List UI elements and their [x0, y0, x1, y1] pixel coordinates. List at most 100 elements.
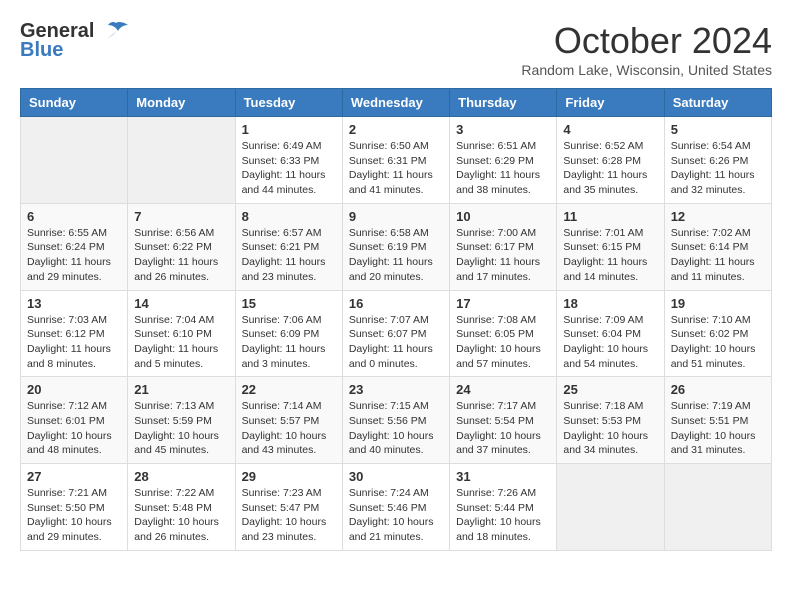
day-info: Sunrise: 7:04 AMSunset: 6:10 PMDaylight:…: [134, 313, 228, 372]
day-number: 1: [242, 122, 336, 137]
day-info: Sunrise: 7:02 AMSunset: 6:14 PMDaylight:…: [671, 226, 765, 285]
day-info: Sunrise: 7:13 AMSunset: 5:59 PMDaylight:…: [134, 399, 228, 458]
location-text: Random Lake, Wisconsin, United States: [521, 62, 772, 78]
day-number: 25: [563, 382, 657, 397]
day-info: Sunrise: 6:57 AMSunset: 6:21 PMDaylight:…: [242, 226, 336, 285]
day-info: Sunrise: 7:06 AMSunset: 6:09 PMDaylight:…: [242, 313, 336, 372]
day-number: 3: [456, 122, 550, 137]
day-number: 13: [27, 296, 121, 311]
calendar-cell: 18Sunrise: 7:09 AMSunset: 6:04 PMDayligh…: [557, 290, 664, 377]
day-number: 26: [671, 382, 765, 397]
calendar-cell: [21, 117, 128, 204]
calendar-cell: 27 Sunrise: 7:21 AMSunset: 5:50 PMDayligh…: [21, 464, 128, 551]
calendar-cell: 28 Sunrise: 7:22 AMSunset: 5:48 PMDayligh…: [128, 464, 235, 551]
logo-bird-icon: [102, 21, 130, 43]
logo: General Blue: [20, 20, 130, 62]
day-number: 7: [134, 209, 228, 224]
day-info: Sunrise: 7:09 AMSunset: 6:04 PMDaylight:…: [563, 313, 657, 372]
calendar-cell: 3 Sunrise: 6:51 AMSunset: 6:29 PMDaylight…: [450, 117, 557, 204]
calendar-cell: [128, 117, 235, 204]
day-info: Sunrise: 6:55 AMSunset: 6:24 PMDaylight:…: [27, 226, 121, 285]
day-number: 24: [456, 382, 550, 397]
day-number: 9: [349, 209, 443, 224]
day-number: 16: [349, 296, 443, 311]
calendar-table: SundayMondayTuesdayWednesdayThursdayFrid…: [20, 88, 772, 551]
calendar-cell: 24Sunrise: 7:17 AMSunset: 5:54 PMDayligh…: [450, 377, 557, 464]
day-number: 19: [671, 296, 765, 311]
calendar-cell: 12 Sunrise: 7:02 AMSunset: 6:14 PMDayligh…: [664, 203, 771, 290]
day-number: 22: [242, 382, 336, 397]
day-info: Sunrise: 6:56 AMSunset: 6:22 PMDaylight:…: [134, 226, 228, 285]
calendar-cell: 19 Sunrise: 7:10 AMSunset: 6:02 PMDayligh…: [664, 290, 771, 377]
day-of-week-header: Saturday: [664, 89, 771, 117]
day-number: 8: [242, 209, 336, 224]
calendar-cell: 4Sunrise: 6:52 AMSunset: 6:28 PMDaylight…: [557, 117, 664, 204]
calendar-cell: 14 Sunrise: 7:04 AMSunset: 6:10 PMDayligh…: [128, 290, 235, 377]
day-info: Sunrise: 7:14 AMSunset: 5:57 PMDaylight:…: [242, 399, 336, 458]
day-info: Sunrise: 6:52 AMSunset: 6:28 PMDaylight:…: [563, 139, 657, 198]
calendar-cell: 17Sunrise: 7:08 AMSunset: 6:05 PMDayligh…: [450, 290, 557, 377]
calendar-cell: 16Sunrise: 7:07 AMSunset: 6:07 PMDayligh…: [342, 290, 449, 377]
day-info: Sunrise: 7:24 AMSunset: 5:46 PMDaylight:…: [349, 486, 443, 545]
day-info: Sunrise: 7:15 AMSunset: 5:56 PMDaylight:…: [349, 399, 443, 458]
day-info: Sunrise: 7:21 AMSunset: 5:50 PMDaylight:…: [27, 486, 121, 545]
calendar-cell: 13 Sunrise: 7:03 AMSunset: 6:12 PMDayligh…: [21, 290, 128, 377]
calendar-week-row: 1 Sunrise: 6:49 AMSunset: 6:33 PMDaylight…: [21, 117, 772, 204]
calendar-week-row: 6 Sunrise: 6:55 AMSunset: 6:24 PMDaylight…: [21, 203, 772, 290]
calendar-cell: 7 Sunrise: 6:56 AMSunset: 6:22 PMDaylight…: [128, 203, 235, 290]
day-number: 15: [242, 296, 336, 311]
day-number: 5: [671, 122, 765, 137]
day-number: 27: [27, 469, 121, 484]
calendar-cell: 9 Sunrise: 6:58 AMSunset: 6:19 PMDaylight…: [342, 203, 449, 290]
day-info: Sunrise: 7:00 AMSunset: 6:17 PMDaylight:…: [456, 226, 550, 285]
calendar-cell: 25 Sunrise: 7:18 AMSunset: 5:53 PMDayligh…: [557, 377, 664, 464]
day-info: Sunrise: 6:54 AMSunset: 6:26 PMDaylight:…: [671, 139, 765, 198]
day-info: Sunrise: 7:22 AMSunset: 5:48 PMDaylight:…: [134, 486, 228, 545]
day-info: Sunrise: 6:50 AMSunset: 6:31 PMDaylight:…: [349, 139, 443, 198]
calendar-cell: 11Sunrise: 7:01 AMSunset: 6:15 PMDayligh…: [557, 203, 664, 290]
calendar-cell: 1 Sunrise: 6:49 AMSunset: 6:33 PMDaylight…: [235, 117, 342, 204]
day-info: Sunrise: 6:51 AMSunset: 6:29 PMDaylight:…: [456, 139, 550, 198]
title-section: October 2024 Random Lake, Wisconsin, Uni…: [521, 20, 772, 78]
month-title: October 2024: [521, 20, 772, 62]
day-number: 31: [456, 469, 550, 484]
day-of-week-header: Sunday: [21, 89, 128, 117]
day-number: 10: [456, 209, 550, 224]
calendar-cell: 20Sunrise: 7:12 AMSunset: 6:01 PMDayligh…: [21, 377, 128, 464]
day-info: Sunrise: 6:49 AMSunset: 6:33 PMDaylight:…: [242, 139, 336, 198]
day-number: 12: [671, 209, 765, 224]
calendar-cell: 29Sunrise: 7:23 AMSunset: 5:47 PMDayligh…: [235, 464, 342, 551]
day-info: Sunrise: 7:19 AMSunset: 5:51 PMDaylight:…: [671, 399, 765, 458]
calendar-week-row: 20Sunrise: 7:12 AMSunset: 6:01 PMDayligh…: [21, 377, 772, 464]
calendar-cell: [664, 464, 771, 551]
calendar-week-row: 13 Sunrise: 7:03 AMSunset: 6:12 PMDayligh…: [21, 290, 772, 377]
logo-blue-text: Blue: [20, 39, 63, 62]
day-info: Sunrise: 7:03 AMSunset: 6:12 PMDaylight:…: [27, 313, 121, 372]
day-number: 23: [349, 382, 443, 397]
calendar-cell: 2 Sunrise: 6:50 AMSunset: 6:31 PMDaylight…: [342, 117, 449, 204]
calendar-cell: 23 Sunrise: 7:15 AMSunset: 5:56 PMDayligh…: [342, 377, 449, 464]
page-header: General Blue October 2024 Random Lake, W…: [20, 20, 772, 78]
day-number: 2: [349, 122, 443, 137]
calendar-cell: 22 Sunrise: 7:14 AMSunset: 5:57 PMDayligh…: [235, 377, 342, 464]
day-info: Sunrise: 7:18 AMSunset: 5:53 PMDaylight:…: [563, 399, 657, 458]
calendar-cell: 31 Sunrise: 7:26 AMSunset: 5:44 PMDayligh…: [450, 464, 557, 551]
calendar-header-row: SundayMondayTuesdayWednesdayThursdayFrid…: [21, 89, 772, 117]
day-info: Sunrise: 7:12 AMSunset: 6:01 PMDaylight:…: [27, 399, 121, 458]
day-of-week-header: Wednesday: [342, 89, 449, 117]
day-info: Sunrise: 6:58 AMSunset: 6:19 PMDaylight:…: [349, 226, 443, 285]
calendar-cell: 10 Sunrise: 7:00 AMSunset: 6:17 PMDayligh…: [450, 203, 557, 290]
day-of-week-header: Monday: [128, 89, 235, 117]
day-number: 21: [134, 382, 228, 397]
day-info: Sunrise: 7:26 AMSunset: 5:44 PMDaylight:…: [456, 486, 550, 545]
day-of-week-header: Thursday: [450, 89, 557, 117]
day-number: 28: [134, 469, 228, 484]
day-info: Sunrise: 7:10 AMSunset: 6:02 PMDaylight:…: [671, 313, 765, 372]
day-number: 14: [134, 296, 228, 311]
calendar-cell: 26 Sunrise: 7:19 AMSunset: 5:51 PMDayligh…: [664, 377, 771, 464]
day-number: 29: [242, 469, 336, 484]
calendar-cell: 15 Sunrise: 7:06 AMSunset: 6:09 PMDayligh…: [235, 290, 342, 377]
day-of-week-header: Friday: [557, 89, 664, 117]
day-number: 11: [563, 209, 657, 224]
day-number: 6: [27, 209, 121, 224]
